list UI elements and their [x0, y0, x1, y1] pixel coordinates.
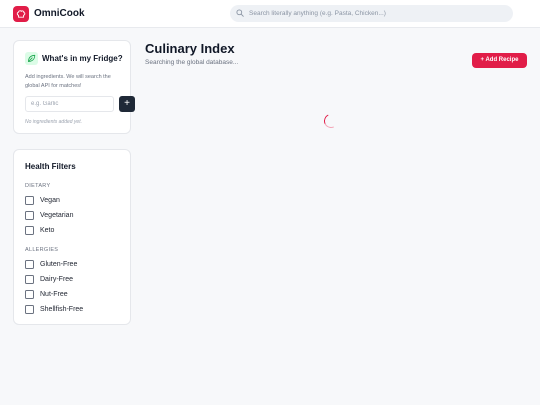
app-name[interactable]: OmniCook [34, 8, 85, 19]
fridge-title: What's in my Fridge? [42, 54, 123, 63]
allergies-label: ALLERGIES [25, 247, 59, 253]
fridge-card: What's in my Fridge? Add ingredients. We… [13, 40, 135, 134]
filter-nut-free[interactable]: Nut-Free [25, 290, 125, 300]
checkbox[interactable] [25, 290, 34, 299]
filter-label: Dairy-Free [40, 276, 74, 283]
spinner-icon [322, 112, 340, 130]
filter-dairy-free[interactable]: Dairy-Free [25, 275, 125, 285]
filter-keto[interactable]: Keto [25, 226, 125, 236]
filter-gluten-free[interactable]: Gluten-Free [25, 260, 125, 270]
checkbox[interactable] [25, 260, 34, 269]
checkbox[interactable] [25, 211, 34, 220]
checkbox[interactable] [25, 196, 34, 205]
filter-vegetarian[interactable]: Vegetarian [25, 211, 125, 221]
top-bar: OmniCook [0, 0, 540, 28]
filter-label: Vegan [40, 197, 60, 204]
filter-shellfish-free[interactable]: Shellfish-Free [25, 305, 125, 315]
ingredient-input[interactable] [25, 96, 114, 112]
page-subtitle: Searching the global database... [145, 59, 239, 66]
leaf-icon [25, 52, 38, 65]
filter-label: Nut-Free [40, 291, 68, 298]
checkbox[interactable] [25, 275, 34, 284]
search-bar[interactable] [230, 5, 513, 22]
health-filters-card: Health Filters DIETARY Vegan Vegetarian … [13, 149, 131, 325]
filter-label: Keto [40, 227, 55, 234]
dietary-label: DIETARY [25, 183, 51, 189]
checkbox[interactable] [25, 305, 34, 314]
no-ingredients-text: No ingredients added yet. [25, 119, 82, 125]
search-icon [236, 9, 244, 17]
chef-hat-icon[interactable] [13, 6, 29, 22]
fridge-description: Add ingredients. We will search the glob… [25, 74, 111, 89]
search-input[interactable] [249, 5, 507, 22]
filter-label: Gluten-Free [40, 261, 78, 268]
filter-vegan[interactable]: Vegan [25, 196, 125, 206]
checkbox[interactable] [25, 226, 34, 235]
add-ingredient-button[interactable]: + [119, 96, 135, 112]
add-recipe-button[interactable]: + Add Recipe [472, 53, 527, 68]
page-title: Culinary Index [145, 41, 235, 56]
health-filters-title: Health Filters [25, 162, 76, 171]
filter-label: Vegetarian [40, 212, 74, 219]
filter-label: Shellfish-Free [40, 306, 84, 313]
